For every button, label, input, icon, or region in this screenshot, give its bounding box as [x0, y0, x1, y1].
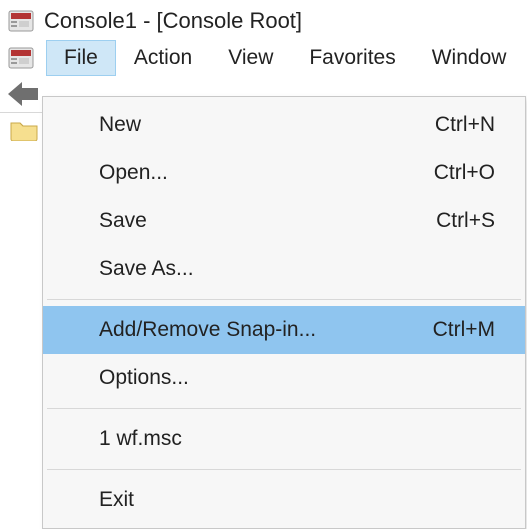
menu-item-label: Save As... [99, 257, 194, 281]
menu-view[interactable]: View [210, 40, 291, 76]
mmc-icon [8, 47, 34, 69]
folder-icon [10, 125, 38, 146]
menubar: File Action View Favorites Window [46, 40, 524, 76]
menubar-row: File Action View Favorites Window [0, 40, 527, 76]
menu-item-shortcut: Ctrl+S [436, 209, 495, 233]
menu-window[interactable]: Window [414, 40, 525, 76]
menu-item-label: Open... [99, 161, 168, 185]
menu-label: Action [134, 46, 192, 69]
menu-label: View [228, 46, 273, 69]
menu-separator [47, 469, 521, 470]
menu-item-label: Save [99, 209, 147, 233]
menu-recent-1[interactable]: 1 wf.msc [43, 415, 525, 463]
menu-item-label: Add/Remove Snap-in... [99, 318, 316, 342]
menu-item-label: New [99, 113, 141, 137]
menu-separator [47, 299, 521, 300]
menu-item-label: Options... [99, 366, 189, 390]
menu-new[interactable]: New Ctrl+N [43, 101, 525, 149]
menu-label: File [64, 46, 98, 69]
menu-action[interactable]: Action [116, 40, 210, 76]
menu-options[interactable]: Options... [43, 354, 525, 402]
menu-item-label: Exit [99, 488, 134, 512]
menu-separator [47, 408, 521, 409]
mmc-icon [8, 10, 34, 32]
menu-item-shortcut: Ctrl+M [433, 318, 495, 342]
menu-label: Favorites [309, 46, 395, 69]
menu-add-remove-snapin[interactable]: Add/Remove Snap-in... Ctrl+M [43, 306, 525, 354]
menu-favorites[interactable]: Favorites [291, 40, 413, 76]
title-bar: Console1 - [Console Root] [0, 0, 527, 40]
menu-open[interactable]: Open... Ctrl+O [43, 149, 525, 197]
menu-file[interactable]: File [46, 40, 116, 76]
back-arrow-icon[interactable] [8, 82, 38, 106]
menu-item-shortcut: Ctrl+N [435, 113, 495, 137]
menu-label: Window [432, 46, 507, 69]
window-title: Console1 - [Console Root] [44, 8, 302, 34]
menu-save[interactable]: Save Ctrl+S [43, 197, 525, 245]
menu-save-as[interactable]: Save As... [43, 245, 525, 293]
menu-exit[interactable]: Exit [43, 476, 525, 524]
menu-item-shortcut: Ctrl+O [434, 161, 495, 185]
menu-item-label: 1 wf.msc [99, 427, 182, 451]
file-menu-dropdown: New Ctrl+N Open... Ctrl+O Save Ctrl+S Sa… [42, 96, 526, 529]
